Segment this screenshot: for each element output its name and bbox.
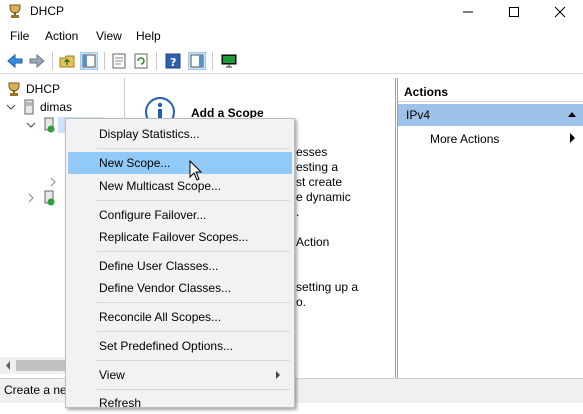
ipv4-server-icon [44, 117, 55, 133]
server-icon [24, 99, 34, 115]
mouse-cursor-icon [189, 160, 203, 181]
more-actions-link[interactable]: More Actions [430, 132, 499, 146]
tree-item-ipv6[interactable] [26, 189, 56, 207]
dhcp-trophy-icon [8, 82, 20, 96]
tree-item-label: dimas [40, 100, 73, 114]
forward-arrow-icon [29, 53, 45, 69]
menu-separator [97, 360, 290, 361]
toolbar-separator [212, 52, 213, 70]
menu-item-label: View [99, 368, 125, 382]
description-fragment: esting a [296, 160, 339, 174]
tree-item-dhcp[interactable]: DHCP [6, 80, 60, 98]
description-fragment: o. [296, 295, 307, 309]
maximize-icon [509, 7, 519, 17]
show-hide-action-pane-button[interactable] [188, 52, 206, 70]
menu-item-define-vendor-classes[interactable]: Define Vendor Classes... [68, 277, 292, 299]
submenu-arrow-icon [276, 371, 280, 379]
actions-section-label: IPv4 [406, 108, 431, 122]
close-button[interactable] [537, 0, 583, 24]
description-fragment: e dynamic [296, 190, 351, 204]
menu-separator [97, 302, 290, 303]
menu-separator [97, 331, 290, 332]
chevron-down-icon[interactable] [26, 120, 36, 130]
ipv6-server-icon [44, 190, 55, 206]
menu-help[interactable]: Help [136, 29, 161, 43]
toolbar-separator [156, 52, 157, 70]
actions-section-ipv4[interactable]: IPv4 [398, 104, 583, 126]
forward-button[interactable] [28, 52, 46, 70]
context-menu: Display Statistics... New Scope... New M… [65, 118, 295, 410]
menu-item-new-multicast-scope[interactable]: New Multicast Scope... [68, 175, 292, 197]
actions-header: Actions [398, 80, 583, 102]
menu-item-new-scope[interactable]: New Scope... [68, 152, 292, 174]
description-fragment: setting up a [296, 280, 359, 294]
menu-item-display-statistics[interactable]: Display Statistics... [68, 123, 292, 145]
title-bar: DHCP [0, 0, 583, 24]
show-hide-console-tree-button[interactable] [80, 52, 98, 70]
menu-separator [97, 148, 290, 149]
menu-bar: File Action View Help [0, 26, 583, 46]
chevron-down-icon[interactable] [6, 102, 16, 112]
dhcp-app-icon [7, 3, 23, 19]
menu-separator [97, 200, 290, 201]
back-arrow-icon [7, 53, 23, 69]
menu-separator [97, 389, 290, 390]
menu-item-refresh[interactable]: Refresh [68, 392, 292, 414]
minimize-icon [463, 11, 473, 13]
actions-pane: Actions IPv4 More Actions [397, 78, 583, 378]
menu-item-reconcile-all-scopes[interactable]: Reconcile All Scopes... [68, 306, 292, 328]
maximize-button[interactable] [491, 0, 537, 24]
menu-separator [97, 251, 290, 252]
chevron-right-icon[interactable] [26, 193, 36, 203]
refresh-icon [134, 53, 148, 69]
action-pane-icon [190, 54, 204, 68]
menu-action[interactable]: Action [45, 29, 78, 43]
menu-view[interactable]: View [96, 29, 122, 43]
close-icon [554, 6, 566, 18]
back-button[interactable] [6, 52, 24, 70]
refresh-button[interactable] [132, 52, 150, 70]
toolbar-separator [104, 52, 105, 70]
scrollbar-thumb[interactable] [16, 360, 66, 371]
window-title: DHCP [30, 4, 65, 18]
description-fragment: esses [296, 145, 328, 159]
minimize-button[interactable] [445, 0, 491, 24]
scroll-left-icon[interactable] [3, 357, 13, 374]
folder-up-icon [59, 55, 75, 68]
description-fragment: . [296, 205, 300, 219]
submenu-arrow-icon [570, 133, 575, 143]
properties-icon [112, 53, 126, 69]
menu-item-define-user-classes[interactable]: Define User Classes... [68, 255, 292, 277]
monitor-icon [221, 54, 237, 68]
up-one-level-button[interactable] [58, 52, 76, 70]
tree-item-label: DHCP [26, 82, 61, 96]
menu-item-configure-failover[interactable]: Configure Failover... [68, 204, 292, 226]
toolbar: ? [0, 48, 583, 74]
collapse-up-icon[interactable] [568, 111, 576, 119]
toolbar-separator [52, 52, 53, 70]
menu-file[interactable]: File [10, 29, 29, 43]
display-server-button[interactable] [220, 52, 238, 70]
menu-item-replicate-failover-scopes[interactable]: Replicate Failover Scopes... [68, 226, 292, 248]
chevron-right-icon[interactable] [48, 177, 58, 187]
svg-text:?: ? [170, 56, 176, 69]
action-link-fragment[interactable]: Action [296, 235, 329, 249]
description-fragment: st create [296, 175, 343, 189]
help-icon: ? [165, 53, 181, 69]
tree-item-dimas[interactable]: dimas [6, 98, 72, 116]
menu-item-set-predefined-options[interactable]: Set Predefined Options... [68, 335, 292, 357]
properties-button[interactable] [110, 52, 128, 70]
menu-item-view[interactable]: View [68, 364, 292, 386]
console-tree-icon [82, 54, 96, 68]
help-button[interactable]: ? [164, 52, 182, 70]
